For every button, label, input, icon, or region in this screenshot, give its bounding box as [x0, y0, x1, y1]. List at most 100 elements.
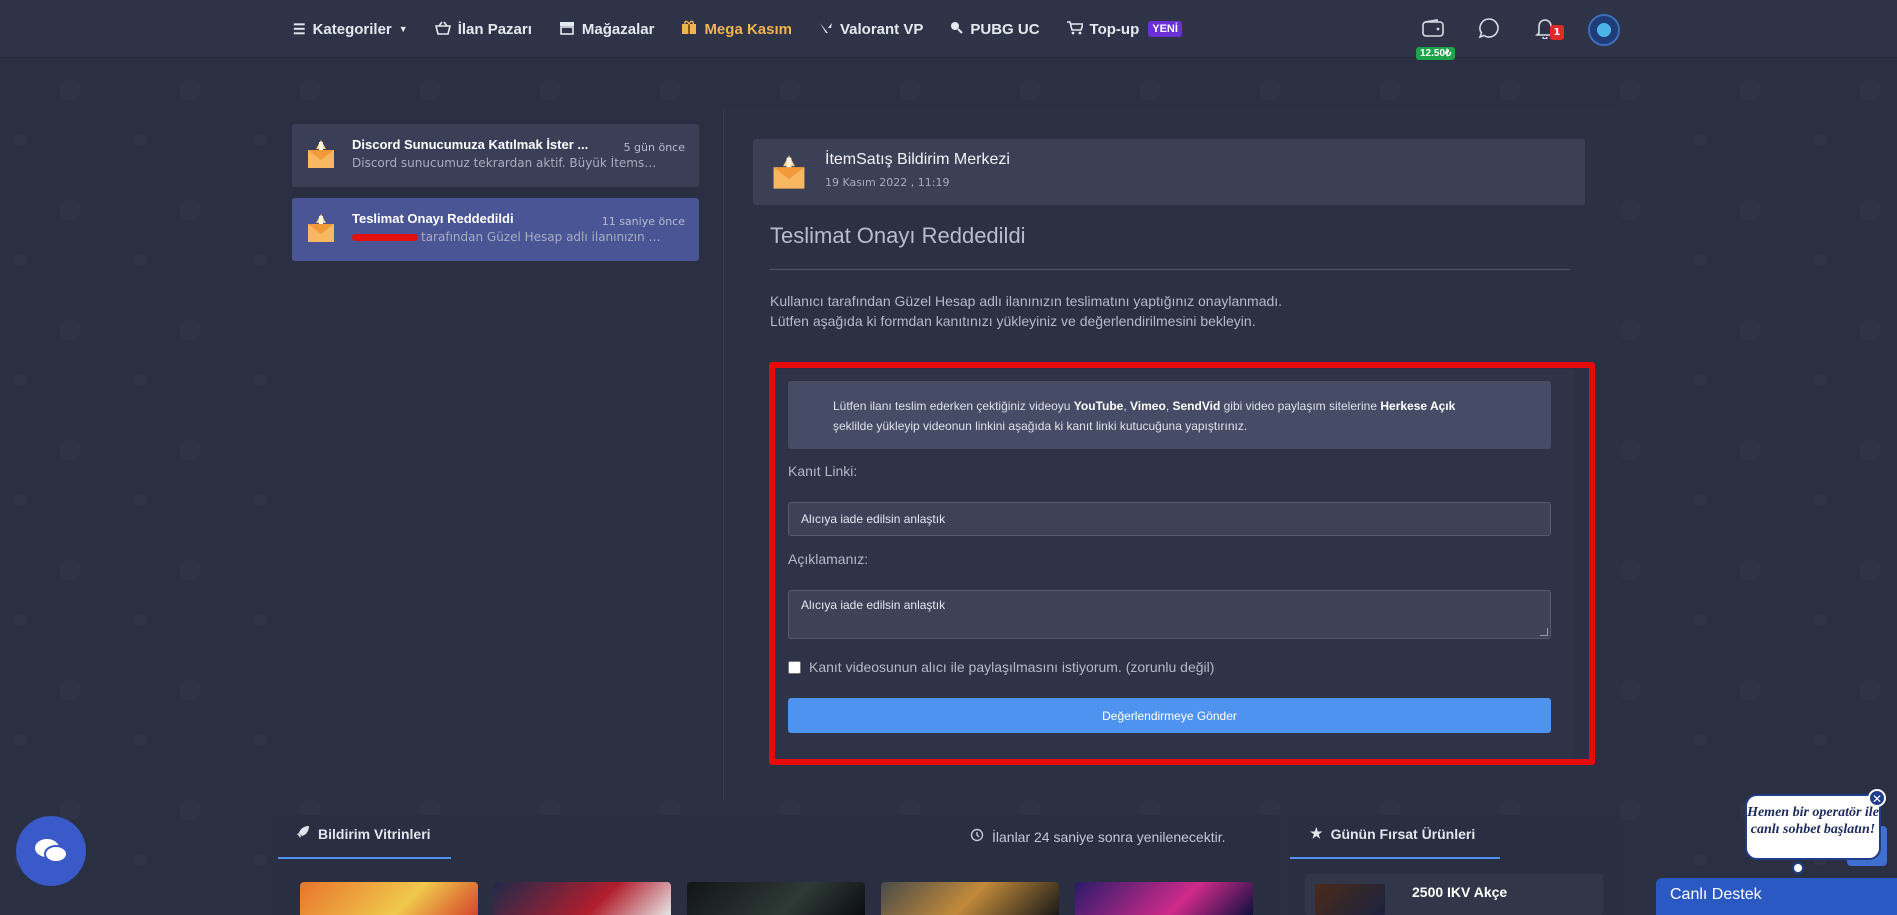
pubg-icon — [950, 21, 964, 37]
nav-item-label: Mağazalar — [581, 20, 655, 38]
nav-item-label: İlan Pazarı — [457, 20, 532, 38]
resize-handle-icon[interactable] — [1540, 628, 1548, 636]
operator-pointer — [1792, 862, 1804, 874]
nav-item-magazalar[interactable]: Mağazalar — [559, 20, 655, 38]
nav-item-label: Valorant VP — [839, 20, 924, 38]
top-navbar: ☰ Kategoriler ▼ İlan Pazarı Mağazalar Me… — [0, 0, 1897, 60]
close-icon[interactable]: ✕ — [1868, 789, 1886, 807]
notification-count-badge: 1 — [1550, 25, 1564, 40]
refresh-countdown: İlanlar 24 saniye sonra yenilenecektir. — [970, 828, 1225, 845]
explanation-value: Alıcıya iade edilsin anlaştık — [801, 598, 946, 612]
notification-snippet: tarafından Güzel Hesap adlı ilanınızın t… — [352, 230, 662, 244]
star-icon: ★ — [1310, 825, 1323, 841]
notification-list-item[interactable]: Discord Sunucumuza Katılmak İster ... 5 … — [292, 124, 699, 187]
envelope-icon — [773, 155, 805, 189]
chat-icon — [1478, 17, 1500, 44]
info-text: gibi video paylaşım sitelerine — [1220, 399, 1381, 413]
wallet-balance: 12.50₺ — [1416, 47, 1456, 60]
notification-title: Discord Sunucumuza Katılmak İster ... — [352, 137, 589, 152]
nav-item-label: PUBG UC — [970, 20, 1040, 38]
messages-button[interactable] — [1476, 17, 1502, 43]
notification-header: İtemSatış Bildirim Merkezi 19 Kasım 2022… — [753, 139, 1585, 205]
nav-item-ilan-pazari[interactable]: İlan Pazarı — [434, 20, 532, 38]
showcase-tab[interactable]: Bildirim Vitrinleri — [296, 825, 431, 842]
notification-list: Discord Sunucumuza Katılmak İster ... 5 … — [278, 109, 724, 800]
nav-item-valorant-vp[interactable]: Valorant VP — [819, 21, 923, 38]
share-video-option: Kanıt videosunun alıcı ile paylaşılmasın… — [788, 659, 1214, 675]
valorant-icon — [819, 21, 833, 37]
live-support-bar[interactable]: Canlı Destek — [1656, 878, 1897, 915]
nav-item-pubg-uc[interactable]: PUBG UC — [950, 20, 1040, 38]
deal-product-card[interactable]: 2500 IKV Akçe — [1305, 874, 1603, 915]
notification-date: 19 Kasım 2022 , 11:19 — [825, 176, 950, 189]
chat-launcher-button[interactable] — [16, 816, 86, 886]
explanation-label: Açıklamanız: — [788, 551, 869, 567]
nav-item-kategoriler[interactable]: ☰ Kategoriler ▼ — [293, 21, 408, 38]
active-tab-indicator — [278, 857, 451, 859]
history-icon — [970, 828, 984, 845]
wallet-icon — [1422, 18, 1444, 42]
body-line: Kullanıcı tarafından Güzel Hesap adlı il… — [770, 293, 1283, 309]
info-vimeo: Vimeo — [1130, 399, 1166, 413]
list-icon: ☰ — [293, 20, 306, 37]
info-text: , — [1123, 399, 1131, 413]
showcase-section: Bildirim Vitrinleri İlanlar 24 saniye so… — [278, 815, 1276, 915]
product-thumbnail — [1315, 884, 1385, 915]
sender-name: İtemSatış Bildirim Merkezi — [825, 151, 1010, 168]
nav-item-label: Top-up — [1089, 20, 1140, 38]
nav-item-label: Mega Kasım — [704, 20, 792, 38]
store-icon — [559, 21, 575, 38]
redaction-mark — [352, 234, 418, 241]
notification-time: 5 gün önce — [623, 141, 685, 154]
notification-time: 11 saniye önce — [601, 215, 685, 228]
operator-prompt-text: Hemen bir operatör ile canlı sohbet başl… — [1747, 805, 1879, 837]
showcase-thumbnail[interactable] — [300, 882, 478, 915]
deals-section: ★ Günün Fırsat Ürünleri 2500 IKV Akçe — [1290, 815, 1618, 915]
refresh-note-text: İlanlar 24 saniye sonra yenilenecektir. — [992, 828, 1226, 845]
showcase-thumbnail[interactable] — [1075, 882, 1253, 915]
user-avatar[interactable] — [1588, 14, 1620, 46]
basket-icon — [434, 21, 451, 38]
nav-item-label: Kategoriler — [312, 20, 392, 38]
info-sendvid: SendVid — [1172, 399, 1221, 413]
explanation-textarea[interactable]: Alıcıya iade edilsin anlaştık — [788, 590, 1551, 639]
caret-down-icon: ▼ — [398, 24, 408, 34]
showcase-thumbnail[interactable] — [687, 882, 865, 915]
showcase-thumbnail[interactable] — [881, 882, 1059, 915]
showcase-title: Bildirim Vitrinleri — [318, 825, 431, 842]
active-tab-indicator — [1290, 857, 1500, 859]
proof-link-input[interactable]: Alıcıya iade edilsin anlaştık — [788, 502, 1551, 536]
deals-title: Günün Fırsat Ürünleri — [1330, 825, 1476, 842]
notification-subject: Teslimat Onayı Reddedildi — [770, 223, 1026, 248]
nav-menu: ☰ Kategoriler ▼ İlan Pazarı Mağazalar Me… — [293, 0, 1209, 58]
chat-bubbles-icon — [35, 839, 68, 863]
upload-instructions: Lütfen ilanı teslim ederken çektiğiniz v… — [788, 381, 1551, 449]
gift-icon — [681, 20, 697, 38]
notification-snippet-text: tarafından Güzel Hesap adlı ilanınızın t… — [421, 230, 662, 244]
notification-title: Teslimat Onayı Reddedildi — [352, 211, 514, 226]
info-text: Lütfen ilanı teslim ederken çektiğiniz v… — [833, 399, 1074, 413]
nav-item-mega-kasim[interactable]: Mega Kasım — [681, 20, 792, 38]
body-line: Lütfen aşağıda ki formdan kanıtınızı yük… — [770, 313, 1256, 329]
operator-prompt[interactable]: Hemen bir operatör ile canlı sohbet başl… — [1745, 789, 1886, 860]
notification-center: Discord Sunucumuza Katılmak İster ... 5 … — [278, 109, 1618, 800]
divider — [770, 269, 1570, 270]
wallet-button[interactable]: 12.50₺ — [1416, 17, 1456, 60]
deals-tab[interactable]: ★ Günün Fırsat Ürünleri — [1310, 825, 1475, 842]
submit-for-review-button[interactable]: Değerlendirmeye Gönder — [788, 698, 1551, 733]
share-video-checkbox[interactable] — [788, 660, 801, 674]
showcase-thumbnail[interactable] — [493, 882, 671, 915]
notification-list-item-active[interactable]: Teslimat Onayı Reddedildi 11 saniye önce… — [292, 198, 699, 261]
info-public: Herkese Açık — [1380, 399, 1456, 413]
proof-link-label: Kanıt Linki: — [788, 463, 858, 479]
info-youtube: YouTube — [1073, 399, 1124, 413]
notifications-button[interactable]: 1 — [1532, 17, 1564, 43]
envelope-icon — [308, 214, 334, 242]
info-text: şeklilde yükleyip videonun linkini aşağı… — [833, 419, 1248, 433]
nav-user-area: 12.50₺ 1 — [1416, 8, 1620, 60]
envelope-icon — [308, 140, 334, 168]
notification-body: Kullanıcı tarafından Güzel Hesap adlı il… — [770, 291, 1282, 331]
nav-item-top-up[interactable]: Top-up YENİ — [1066, 20, 1182, 38]
new-badge: YENİ — [1148, 21, 1182, 37]
proof-form: Lütfen ilanı teslim ederken çektiğiniz v… — [774, 369, 1574, 759]
